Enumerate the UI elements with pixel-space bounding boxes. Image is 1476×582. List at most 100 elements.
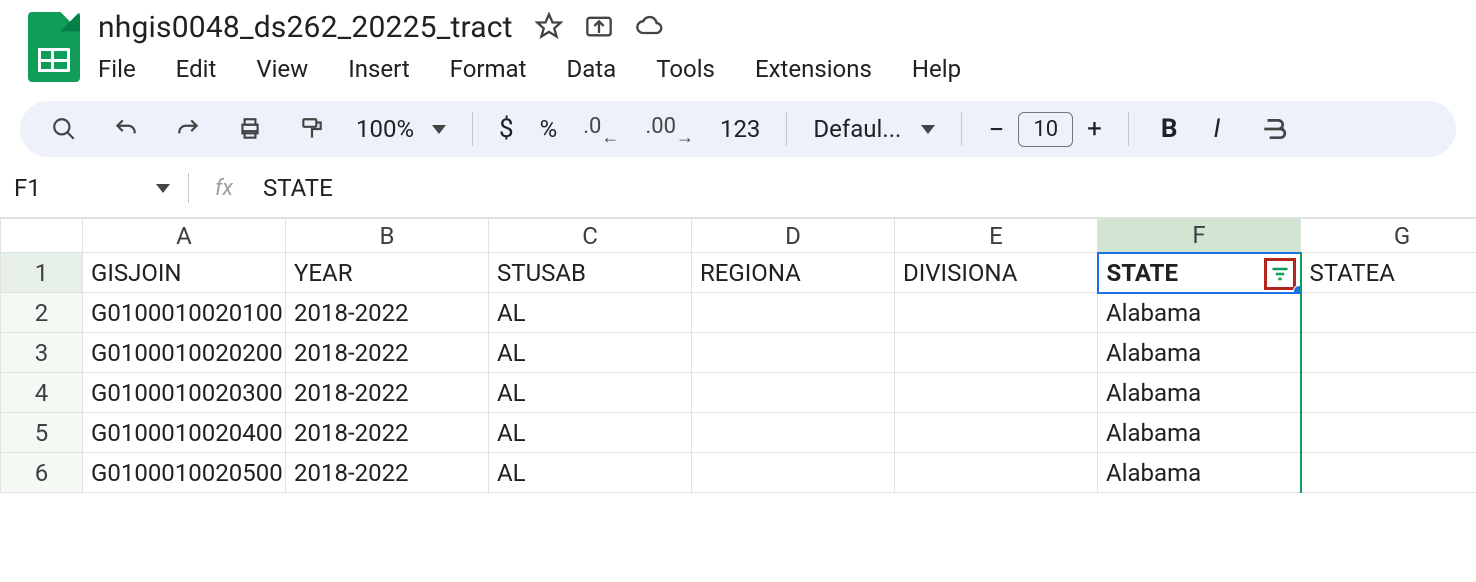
- cell[interactable]: [1301, 333, 1476, 373]
- cell[interactable]: [692, 373, 895, 413]
- cell[interactable]: 2018-2022: [286, 333, 489, 373]
- data-row: 5 G0100010020400 2018-2022 AL Alabama: [1, 413, 1476, 453]
- format-currency-button[interactable]: $: [499, 114, 514, 144]
- italic-button[interactable]: I: [1213, 114, 1220, 144]
- cell[interactable]: [1301, 293, 1476, 333]
- cell[interactable]: STUSAB: [489, 253, 692, 293]
- cell[interactable]: 2018-2022: [286, 413, 489, 453]
- font-dropdown-icon[interactable]: [921, 125, 935, 134]
- cell[interactable]: [1301, 373, 1476, 413]
- doc-title[interactable]: nhgis0048_ds262_20225_tract: [98, 10, 513, 45]
- font-size-decrease[interactable]: −: [988, 113, 1004, 146]
- zoom-dropdown-icon[interactable]: [432, 125, 446, 134]
- cell[interactable]: [895, 413, 1098, 453]
- col-header-G[interactable]: G: [1301, 219, 1476, 253]
- cell[interactable]: 2018-2022: [286, 293, 489, 333]
- cell[interactable]: DIVISIONA: [895, 253, 1098, 293]
- cell[interactable]: [692, 413, 895, 453]
- cell-F1-active[interactable]: STATE: [1098, 253, 1301, 293]
- row-header-5[interactable]: 5: [1, 413, 83, 453]
- cell[interactable]: YEAR: [286, 253, 489, 293]
- cell[interactable]: G0100010020300: [83, 373, 286, 413]
- font-size-increase[interactable]: +: [1087, 114, 1102, 144]
- cell[interactable]: Alabama: [1098, 453, 1301, 493]
- cell[interactable]: [1301, 413, 1476, 453]
- menu-extensions[interactable]: Extensions: [755, 55, 872, 83]
- row-header-6[interactable]: 6: [1, 453, 83, 493]
- spreadsheet-grid[interactable]: A B C D E F G 1 GISJOIN YEAR STUSAB REGI…: [0, 218, 1476, 493]
- menu-data[interactable]: Data: [566, 55, 616, 83]
- cell[interactable]: AL: [489, 413, 692, 453]
- cloud-status-icon[interactable]: [635, 12, 663, 44]
- row-header-4[interactable]: 4: [1, 373, 83, 413]
- format-percent-button[interactable]: %: [540, 115, 558, 143]
- menu-format[interactable]: Format: [450, 55, 527, 83]
- col-header-D[interactable]: D: [692, 219, 895, 253]
- row-header-1[interactable]: 1: [1, 253, 83, 293]
- zoom-level[interactable]: 100%: [356, 115, 414, 143]
- col-header-E[interactable]: E: [895, 219, 1098, 253]
- print-icon[interactable]: [232, 111, 268, 147]
- cell[interactable]: AL: [489, 373, 692, 413]
- increase-decimal-button[interactable]: .00→: [645, 111, 694, 147]
- select-all-corner[interactable]: [1, 219, 83, 253]
- redo-icon[interactable]: [170, 111, 206, 147]
- data-row: 4 G0100010020300 2018-2022 AL Alabama: [1, 373, 1476, 413]
- font-size-input[interactable]: 10: [1018, 112, 1073, 147]
- fx-icon: fx: [215, 176, 233, 201]
- filter-icon[interactable]: [1264, 258, 1296, 290]
- decrease-decimal-button[interactable]: .0←: [583, 111, 619, 147]
- cell[interactable]: [895, 453, 1098, 493]
- cell[interactable]: [895, 293, 1098, 333]
- cell[interactable]: Alabama: [1098, 413, 1301, 453]
- cell[interactable]: AL: [489, 453, 692, 493]
- name-box[interactable]: F1: [10, 174, 170, 202]
- col-header-A[interactable]: A: [83, 219, 286, 253]
- row-header-2[interactable]: 2: [1, 293, 83, 333]
- cell[interactable]: G0100010020400: [83, 413, 286, 453]
- cell[interactable]: Alabama: [1098, 333, 1301, 373]
- col-header-B[interactable]: B: [286, 219, 489, 253]
- cell[interactable]: [692, 293, 895, 333]
- cell[interactable]: STATEA: [1301, 253, 1476, 293]
- menu-tools[interactable]: Tools: [656, 55, 715, 83]
- cell[interactable]: G0100010020500: [83, 453, 286, 493]
- namebox-dropdown-icon[interactable]: [156, 184, 170, 193]
- bold-button[interactable]: B: [1161, 114, 1178, 144]
- menu-help[interactable]: Help: [912, 55, 961, 83]
- cell[interactable]: G0100010020100: [83, 293, 286, 333]
- undo-icon[interactable]: [108, 111, 144, 147]
- menu-view[interactable]: View: [256, 55, 308, 83]
- cell[interactable]: AL: [489, 293, 692, 333]
- menu-edit[interactable]: Edit: [176, 55, 217, 83]
- cell[interactable]: GISJOIN: [83, 253, 286, 293]
- cell[interactable]: [895, 373, 1098, 413]
- star-icon[interactable]: [535, 12, 563, 44]
- col-header-F[interactable]: F: [1098, 219, 1301, 253]
- strikethrough-button[interactable]: [1256, 111, 1292, 147]
- cell[interactable]: [1301, 453, 1476, 493]
- cell[interactable]: 2018-2022: [286, 373, 489, 413]
- cell[interactable]: [692, 453, 895, 493]
- search-icon[interactable]: [46, 111, 82, 147]
- active-cell-ref: F1: [14, 174, 41, 202]
- cell[interactable]: 2018-2022: [286, 453, 489, 493]
- cell[interactable]: AL: [489, 333, 692, 373]
- cell[interactable]: Alabama: [1098, 293, 1301, 333]
- cell[interactable]: [895, 333, 1098, 373]
- more-formats-button[interactable]: 123: [720, 115, 760, 143]
- menu-insert[interactable]: Insert: [348, 55, 409, 83]
- menu-file[interactable]: File: [98, 55, 136, 83]
- cell[interactable]: G0100010020200: [83, 333, 286, 373]
- cell[interactable]: Alabama: [1098, 373, 1301, 413]
- font-family-select[interactable]: Defaul...: [813, 115, 901, 143]
- formula-input[interactable]: STATE: [263, 174, 333, 202]
- sheets-logo[interactable]: [28, 12, 80, 82]
- row-header-3[interactable]: 3: [1, 333, 83, 373]
- cell[interactable]: REGIONA: [692, 253, 895, 293]
- cell[interactable]: [692, 333, 895, 373]
- toolbar: 100% $ % .0← .00→ 123 Defaul... − 10 + B…: [20, 101, 1456, 157]
- move-to-drive-icon[interactable]: [585, 12, 613, 44]
- col-header-C[interactable]: C: [489, 219, 692, 253]
- paint-format-icon[interactable]: [294, 111, 330, 147]
